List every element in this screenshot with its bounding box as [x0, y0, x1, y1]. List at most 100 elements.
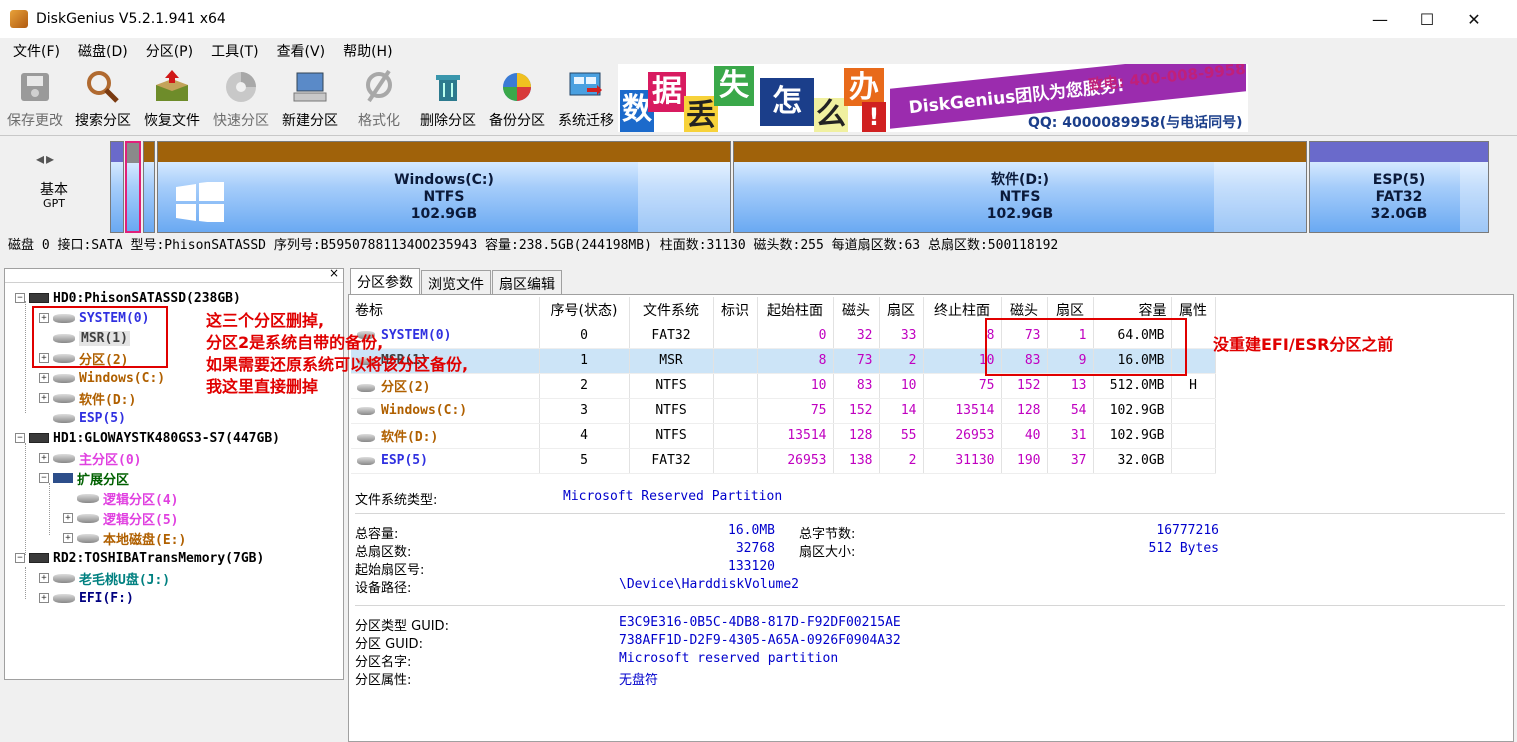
type-guid-label: 分区类型 GUID: — [355, 619, 449, 634]
banner-char-4: 怎 — [760, 78, 814, 126]
disk-segment-msr[interactable] — [125, 141, 141, 233]
save-changes-button[interactable]: 保存更改 — [2, 68, 68, 130]
disk-icon — [29, 293, 49, 303]
part-attr-label: 分区属性: — [355, 673, 412, 688]
format-button[interactable]: 格式化 — [346, 68, 412, 130]
partition-icon — [53, 413, 75, 423]
col-id[interactable]: 标识 — [713, 297, 758, 323]
partition-table-area: 卷标 序号(状态) 文件系统 标识 起始柱面 磁头 扇区 终止柱面 磁头 扇区 … — [348, 294, 1514, 742]
partition-icon — [77, 493, 99, 503]
tree-part-local-e[interactable]: + 本地磁盘(E:) — [63, 528, 186, 548]
total-sectors-value: 32768 — [735, 541, 775, 556]
table-row[interactable]: ESP(5) 5 FAT32 26953 138 2 31130 190 37 32.0GB — [351, 448, 1216, 474]
col-start-head[interactable]: 磁头 — [833, 297, 880, 323]
partition-icon — [357, 456, 375, 465]
disk-segment-recovery[interactable] — [143, 141, 155, 233]
disk-segment-windows-c[interactable]: Windows(C:) NTFS 102.9GB — [157, 141, 731, 233]
disk-segment-system[interactable] — [110, 141, 124, 233]
disk-segment-esp[interactable]: ESP(5) FAT32 32.0GB — [1309, 141, 1489, 233]
magnifier-icon — [83, 68, 123, 106]
annotation-right: 没重建EFI/ESR分区之前 — [1213, 335, 1394, 354]
tree-part-usb-j[interactable]: + 老毛桃U盘(J:) — [39, 568, 170, 588]
part-guid-label: 分区 GUID: — [355, 637, 423, 652]
close-button[interactable]: ✕ — [1451, 0, 1497, 38]
ad-banner[interactable]: 数 据 丢 失 怎 么 办 ! DiskGenius团队为您服务! 致电: 40… — [618, 64, 1248, 132]
quick-partition-button[interactable]: 快速分区 — [208, 68, 274, 130]
computer-icon — [290, 68, 330, 106]
new-partition-button[interactable]: 新建分区 — [277, 68, 343, 130]
tree-disk-rd2[interactable]: − RD2:TOSHIBATransMemory(7GB) — [15, 548, 264, 568]
col-start-cyl[interactable]: 起始柱面 — [757, 297, 834, 323]
partition-icon — [53, 593, 75, 603]
partition-c-size: 102.9GB — [410, 206, 478, 222]
table-row[interactable]: Windows(C:) 3 NTFS 75 152 14 13514 128 54 102.9G… — [351, 398, 1216, 424]
delete-partition-button[interactable]: 删除分区 — [415, 68, 481, 130]
menu-view[interactable]: 查看(V) — [268, 41, 335, 61]
tab-sector-edit[interactable]: 扇区编辑 — [492, 270, 562, 294]
system-migrate-button[interactable]: 系统迁移 — [553, 68, 619, 130]
device-path-value: \Device\HarddiskVolume2 — [619, 577, 800, 592]
tree-part-software[interactable]: + 软件(D:) — [39, 388, 136, 408]
extended-partition-icon — [53, 473, 73, 483]
tab-browse-files[interactable]: 浏览文件 — [421, 270, 491, 294]
tree-part-windows[interactable]: + Windows(C:) — [39, 368, 165, 388]
table-row[interactable]: 分区(2) 2 NTFS 10 83 10 75 152 13 512.0MB H — [351, 373, 1216, 399]
tree-disk-hd0[interactable]: − HD0:PhisonSATASSD(238GB) — [15, 288, 241, 308]
menu-help[interactable]: 帮助(H) — [334, 41, 401, 61]
partition-icon — [53, 573, 75, 583]
app-icon — [10, 10, 28, 28]
disk-style-label: GPT — [43, 197, 65, 210]
tree-part-primary[interactable]: + 主分区(0) — [39, 448, 141, 468]
tree-part-logical-4[interactable]: 逻辑分区(4) — [63, 488, 178, 508]
part-name-value: Microsoft reserved partition — [619, 651, 839, 666]
format-icon — [359, 68, 399, 106]
disk-segment-software-d[interactable]: 软件(D:) NTFS 102.9GB — [733, 141, 1307, 233]
type-guid-value: E3C9E316-0B5C-4DB8-817D-F92DF00215AE — [619, 615, 901, 630]
menu-file[interactable]: 文件(F) — [4, 41, 69, 61]
tree-part-efi-f[interactable]: + EFI(F:) — [39, 588, 134, 608]
partition-icon — [53, 373, 75, 383]
tree-disk-hd1[interactable]: − HD1:GLOWAYSTK480GS3-S7(447GB) — [15, 428, 280, 448]
menu-partition[interactable]: 分区(P) — [137, 41, 202, 61]
minimize-button[interactable]: — — [1357, 0, 1403, 38]
annotation-box-tree — [32, 306, 168, 368]
disk-nav-arrows[interactable]: ◂▸ — [36, 149, 56, 168]
partition-icon — [357, 433, 375, 442]
search-partition-button[interactable]: 搜索分区 — [70, 68, 136, 130]
partition-detail-panel: 分区参数 浏览文件 扇区编辑 卷标 序号(状态) 文件系统 标识 起始柱面 磁头… — [348, 268, 1514, 742]
fs-type-label: 文件系统类型: — [355, 493, 438, 508]
partition-c-fs: NTFS — [423, 189, 465, 205]
device-path-label: 设备路径: — [355, 581, 412, 596]
disk-type-label: 基本 — [40, 182, 68, 198]
part-attr-value: 无盘符 — [619, 673, 659, 688]
annotation-left: 这三个分区删掉, 分区2是系统自带的备份, 如果需要还原系统可以将该分区备份, … — [206, 311, 469, 396]
banner-qq: QQ: 4000089958(与电话同号) — [1028, 115, 1243, 131]
save-icon — [15, 68, 55, 106]
annotation-box-table — [985, 318, 1187, 376]
tree-part-esp[interactable]: ESP(5) — [39, 408, 126, 428]
maximize-button[interactable]: ☐ — [1404, 0, 1450, 38]
tab-partition-params[interactable]: 分区参数 — [350, 268, 420, 294]
col-start-sector[interactable]: 扇区 — [879, 297, 924, 323]
tree-close-button[interactable]: × — [329, 266, 339, 280]
banner-char-7: ! — [862, 102, 886, 132]
total-capacity-value: 16.0MB — [728, 523, 775, 538]
sector-size-label: 扇区大小: — [799, 545, 856, 560]
tree-part-extended[interactable]: − 扩展分区 — [39, 468, 129, 488]
menu-tools[interactable]: 工具(T) — [202, 41, 267, 61]
part-name-label: 分区名字: — [355, 655, 412, 670]
menu-disk[interactable]: 磁盘(D) — [69, 41, 137, 61]
table-row[interactable]: 软件(D:) 4 NTFS 13514 128 55 26953 40 31 102.9GB — [351, 423, 1216, 449]
partition-esp-size: 32.0GB — [1370, 206, 1428, 222]
disk-icon — [29, 553, 49, 563]
partition-c-name: Windows(C:) — [394, 172, 494, 188]
col-filesystem[interactable]: 文件系统 — [629, 297, 714, 323]
tree-part-logical-5[interactable]: + 逻辑分区(5) — [63, 508, 178, 528]
col-index[interactable]: 序号(状态) — [539, 297, 630, 323]
partition-d-size: 102.9GB — [986, 206, 1054, 222]
recover-files-button[interactable]: 恢复文件 — [139, 68, 205, 130]
trash-icon — [428, 68, 468, 106]
total-capacity-label: 总容量: — [355, 527, 399, 542]
banner-char-6: 办 — [844, 68, 884, 106]
backup-partition-button[interactable]: 备份分区 — [484, 68, 550, 130]
